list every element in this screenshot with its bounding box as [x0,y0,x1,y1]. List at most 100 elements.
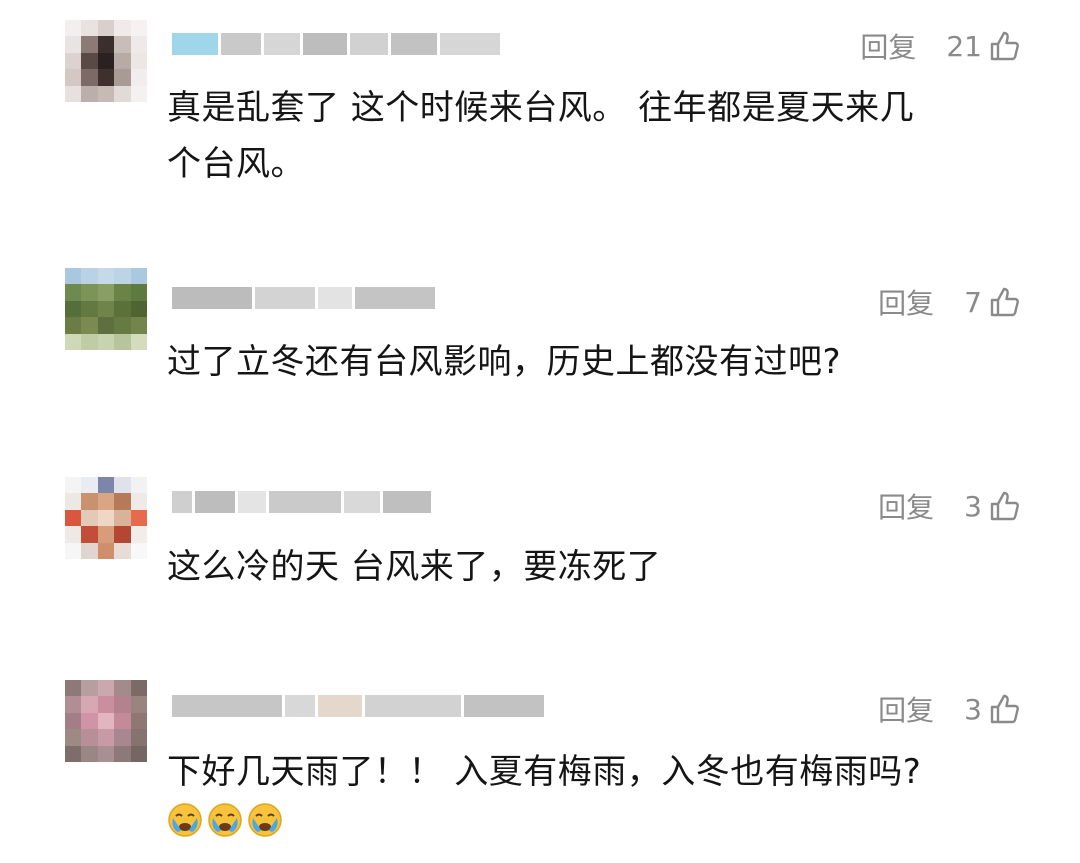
username-blurred [172,287,252,309]
avatar-pixel [81,268,98,285]
avatar-pixel [65,284,82,301]
reply-button[interactable]: 回复 [878,689,934,729]
reply-button[interactable]: 回复 [878,282,934,322]
avatar-pixel [130,526,147,543]
avatar-pixel [114,300,131,318]
avatar-pixel [65,268,82,285]
avatar-pixel [130,20,147,37]
avatar[interactable] [65,268,147,350]
avatar-pixel [65,542,82,559]
avatar-pixel [81,69,98,86]
avatar-pixel [97,300,115,318]
avatar-pixel [130,268,147,285]
avatar-pixel [65,69,82,86]
avatar-pixel [114,477,131,494]
avatar-pixel [130,52,147,70]
avatar-pixel [130,333,147,350]
avatar-pixel [114,20,131,37]
avatar-pixel [130,317,147,334]
avatar-pixel [114,493,131,510]
avatar-pixel [97,284,115,301]
reply-button[interactable]: 回复 [878,486,934,526]
avatar[interactable] [65,20,147,102]
avatar-pixel [114,509,131,527]
emoji-row [167,802,1017,838]
avatar-pixel [130,542,147,559]
like-count: 3 [964,692,982,726]
avatar-pixel [81,85,98,102]
avatar-pixel [65,317,82,334]
username-blurred [172,491,192,513]
avatar-pixel [130,493,147,510]
avatar-pixel [114,268,131,285]
avatar-pixel [130,729,147,746]
avatar-pixel [97,268,115,285]
avatar-pixel [97,526,115,543]
avatar-pixel [81,509,98,527]
avatar-pixel [114,729,131,746]
reply-button[interactable]: 回复 [860,26,916,66]
avatar-pixel [81,542,98,559]
avatar-pixel [81,333,98,350]
avatar-pixel [81,680,98,697]
username-blurred [172,33,218,55]
avatar-pixel [97,712,115,730]
avatar-pixel [65,300,82,318]
avatar-pixel [130,300,147,318]
avatar-pixel [97,680,115,697]
avatar-pixel [130,509,147,527]
avatar-pixel [130,712,147,730]
avatar-pixel [114,52,131,70]
like-button[interactable]: 3 [964,693,1020,726]
avatar-pixel [130,745,147,762]
avatar-pixel [65,745,82,762]
avatar-pixel [97,509,115,527]
avatar[interactable] [65,477,147,559]
comment-text: 过了立冬还有台风影响，历史上都没有过吧? [167,342,842,382]
comment-actions: 回复 7 [878,282,1020,322]
thumbs-up-icon [990,287,1019,317]
avatar-pixel [65,680,82,697]
avatar-pixel [65,712,82,730]
avatar-pixel [114,745,131,762]
like-button[interactable]: 3 [964,490,1020,523]
username[interactable] [172,278,435,318]
avatar-pixel [65,729,82,746]
avatar-pixel [97,696,115,713]
avatar-pixel [97,477,115,494]
comment-actions: 回复 3 [878,486,1020,526]
avatar-pixel [130,477,147,494]
avatar-pixel [97,542,115,559]
avatar-pixel [130,284,147,301]
avatar-pixel [65,52,82,70]
username[interactable] [172,24,500,64]
avatar-pixel [97,333,115,350]
avatar-pixel [65,696,82,713]
avatar-pixel [81,52,98,70]
avatar-pixel [65,477,82,494]
like-button[interactable]: 21 [946,30,1020,63]
avatar-pixel [65,85,82,102]
like-count: 21 [946,29,982,63]
avatar-pixel [114,712,131,730]
avatar-pixel [130,85,147,102]
avatar-pixel [114,317,131,334]
like-count: 3 [964,489,982,523]
avatar[interactable] [65,680,147,762]
username[interactable] [172,686,544,726]
username[interactable] [172,482,431,522]
like-button[interactable]: 7 [964,286,1020,319]
avatar-pixel [97,52,115,70]
avatar-pixel [81,526,98,543]
avatar-pixel [81,745,98,762]
avatar-pixel [97,85,115,102]
avatar-pixel [81,493,98,510]
avatar-pixel [114,526,131,543]
comment-text: 这么冷的天 台风来了，要冻死了 [167,547,662,587]
thumbs-up-icon [990,694,1019,724]
avatar-pixel [65,509,82,527]
avatar-pixel [81,477,98,494]
avatar-pixel [81,712,98,730]
avatar-pixel [65,493,82,510]
avatar-pixel [81,36,98,53]
